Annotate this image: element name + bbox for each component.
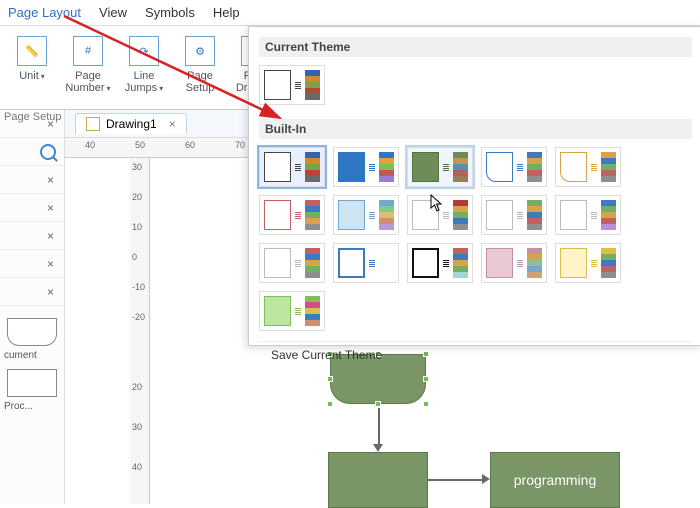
- theme-grid-builtin: [259, 143, 692, 341]
- theme-swatch[interactable]: [555, 195, 621, 235]
- page-setup-icon: ⚙: [185, 36, 215, 66]
- ruler-tick: 10: [132, 222, 142, 232]
- left-sidebar: × × × × × × cument Proc...: [0, 110, 65, 504]
- menubar: Page Layout View Symbols Help: [0, 0, 700, 26]
- ruler-tick: 40: [132, 462, 142, 472]
- selection-handle[interactable]: [423, 376, 429, 382]
- line-jumps-button[interactable]: ↷ Line Jumps: [116, 32, 172, 107]
- document-icon: [86, 117, 100, 131]
- ruler-tick: 70: [235, 140, 245, 150]
- theme-gallery-panel: Current Theme Built-In Save Current Them…: [248, 26, 700, 346]
- page-setup-label: Page Setup: [172, 70, 228, 94]
- page-number-label: Page Number: [65, 70, 104, 94]
- search-icon[interactable]: [40, 144, 56, 160]
- panel-row[interactable]: ×: [0, 250, 64, 278]
- menu-symbols[interactable]: Symbols: [145, 5, 195, 20]
- unit-label: Unit: [19, 70, 39, 82]
- theme-swatch[interactable]: [259, 291, 325, 331]
- panel-row[interactable]: ×: [0, 222, 64, 250]
- theme-swatch[interactable]: [259, 243, 325, 283]
- shape-process[interactable]: [328, 452, 428, 508]
- tab-drawing1[interactable]: Drawing1 ×: [75, 113, 187, 134]
- connector-line[interactable]: [378, 408, 380, 444]
- shape-label: programming: [514, 472, 596, 488]
- ruler-vertical: 30 20 10 0 -10 -20 20 30 40: [130, 158, 150, 504]
- ruler-tick: 20: [132, 382, 142, 392]
- mouse-cursor-icon: [430, 194, 444, 212]
- shape-process-programming[interactable]: programming: [490, 452, 620, 508]
- ruler-tick: 20: [132, 192, 142, 202]
- panel-row[interactable]: ×: [0, 166, 64, 194]
- save-current-theme[interactable]: Save Current Theme: [259, 341, 692, 368]
- theme-swatch[interactable]: [407, 147, 473, 187]
- ruler-tick: -10: [132, 282, 145, 292]
- page-setup-button[interactable]: ⚙ Page Setup: [172, 32, 228, 107]
- ruler-tick: 50: [135, 140, 145, 150]
- menu-help[interactable]: Help: [213, 5, 240, 20]
- unit-button[interactable]: 📏 Unit: [4, 32, 60, 107]
- connector-arrowhead: [373, 444, 383, 452]
- menu-page-layout[interactable]: Page Layout: [8, 5, 81, 20]
- panel-row[interactable]: ×: [0, 278, 64, 306]
- ruler-tick: 40: [85, 140, 95, 150]
- ruler-tick: 30: [132, 422, 142, 432]
- tab-label: Drawing1: [106, 117, 157, 131]
- tab-close-icon[interactable]: ×: [169, 117, 176, 131]
- ruler-tick: 60: [185, 140, 195, 150]
- ruler-tick: 0: [132, 252, 137, 262]
- menu-view[interactable]: View: [99, 5, 127, 20]
- page-number-icon: #: [73, 36, 103, 66]
- line-jumps-icon: ↷: [129, 36, 159, 66]
- theme-section-current: Current Theme: [259, 37, 692, 57]
- selection-handle[interactable]: [375, 401, 381, 407]
- theme-swatch[interactable]: [481, 147, 547, 187]
- selection-handle[interactable]: [423, 401, 429, 407]
- palette-shape-document[interactable]: [7, 318, 57, 346]
- selection-handle[interactable]: [327, 401, 333, 407]
- theme-swatch[interactable]: [555, 147, 621, 187]
- panel-row[interactable]: ×: [0, 194, 64, 222]
- theme-swatch[interactable]: [333, 147, 399, 187]
- shape-palette: cument Proc...: [0, 306, 64, 416]
- theme-swatch[interactable]: [333, 195, 399, 235]
- theme-swatch[interactable]: [407, 243, 473, 283]
- theme-swatch[interactable]: [259, 65, 325, 105]
- ruler-icon: 📏: [17, 36, 47, 66]
- theme-swatch[interactable]: [555, 243, 621, 283]
- line-jumps-label: Line Jumps: [125, 70, 157, 94]
- ribbon-group-label: Page Setup: [4, 111, 62, 123]
- search-row: [0, 138, 64, 166]
- theme-swatch[interactable]: [481, 195, 547, 235]
- theme-section-builtin: Built-In: [259, 119, 692, 139]
- theme-grid-current: [259, 61, 692, 115]
- ruler-tick: -20: [132, 312, 145, 322]
- page-number-button[interactable]: # Page Number: [60, 32, 116, 107]
- palette-label-document: cument: [2, 350, 62, 361]
- ruler-tick: 30: [132, 162, 142, 172]
- theme-swatch[interactable]: [259, 195, 325, 235]
- connector-arrowhead: [482, 474, 490, 484]
- palette-shape-process[interactable]: [7, 369, 57, 397]
- theme-swatch[interactable]: [333, 243, 399, 283]
- theme-swatch[interactable]: [259, 147, 325, 187]
- palette-label-process: Proc...: [2, 401, 62, 412]
- selection-handle[interactable]: [327, 376, 333, 382]
- theme-swatch[interactable]: [481, 243, 547, 283]
- connector-line[interactable]: [428, 479, 482, 481]
